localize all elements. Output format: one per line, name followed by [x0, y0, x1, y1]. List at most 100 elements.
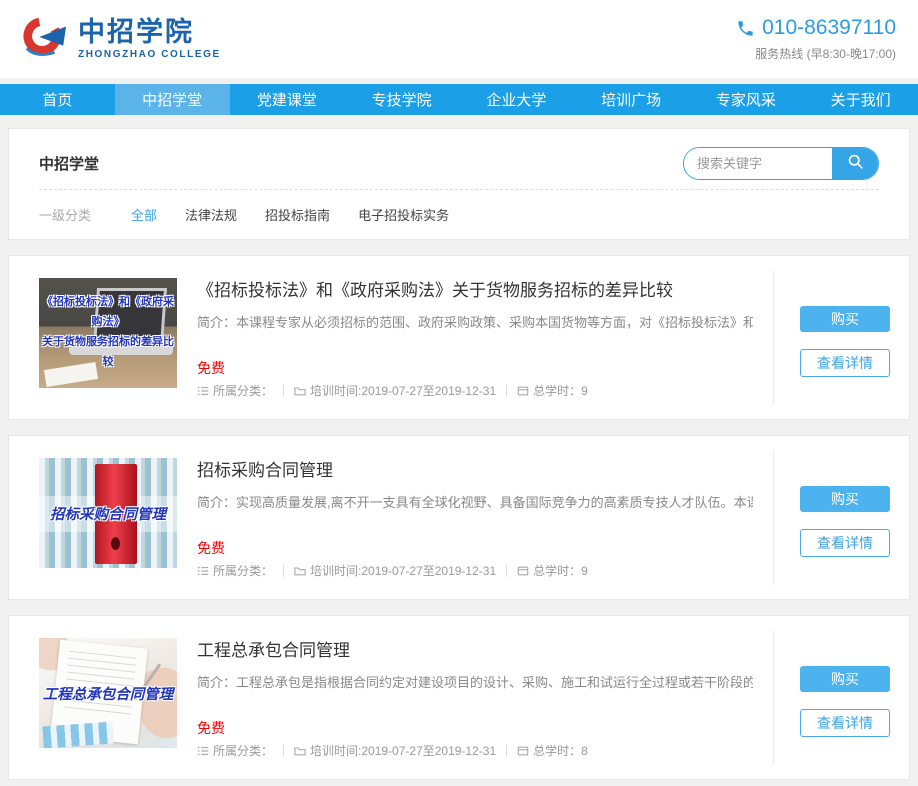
view-detail-button[interactable]: 查看详情	[800, 349, 890, 377]
filter-laws[interactable]: 法律法规	[185, 205, 237, 224]
course-meta: 所属分类： 培训时间:2019-07-27至2019-12-31 总学时	[197, 562, 588, 579]
phone-icon	[736, 19, 755, 38]
thumbnail-caption: 《招标投标法》和《政府采购法》 关于货物服务招标的差异比较	[39, 278, 177, 388]
caption-line: 工程总承包合同管理	[43, 683, 174, 704]
category-filter-row: 一级分类 全部 法律法规 招投标指南 电子招投标实务	[39, 189, 879, 224]
card-divider	[773, 270, 774, 405]
course-meta: 所属分类： 培训时间:2019-07-27至2019-12-31 总学时	[197, 742, 588, 759]
folder-icon	[294, 565, 306, 577]
nav-item-experts[interactable]: 专家风采	[689, 84, 804, 115]
phone-row: 010-86397110	[736, 16, 896, 40]
course-actions: 购买 查看详情	[800, 306, 890, 377]
meta-category: 所属分类：	[197, 382, 273, 399]
meta-category-label: 所属分类：	[213, 562, 273, 579]
filter-all[interactable]: 全部	[131, 205, 157, 224]
card-divider	[773, 630, 774, 765]
meta-time: 培训时间:2019-07-27至2019-12-31	[294, 562, 496, 579]
phone-number[interactable]: 010-86397110	[762, 16, 896, 40]
meta-separator	[506, 385, 507, 397]
meta-time-label: 培训时间:2019-07-27至2019-12-31	[310, 562, 496, 579]
main-content: 中招学堂 一级分类 全部 法律法规 招投标指南 电子招投标实务	[0, 115, 918, 780]
nav-item-zhongzhao-school[interactable]: 中招学堂	[115, 84, 230, 115]
meta-category: 所属分类：	[197, 742, 273, 759]
meta-time-label: 培训时间:2019-07-27至2019-12-31	[310, 742, 496, 759]
meta-separator	[283, 745, 284, 757]
buy-button[interactable]: 购买	[800, 306, 890, 332]
course-title[interactable]: 《招标投标法》和《政府采购法》关于货物服务招标的差异比较	[197, 276, 673, 301]
nav-item-training-plaza[interactable]: 培训广场	[574, 84, 689, 115]
buy-button[interactable]: 购买	[800, 486, 890, 512]
logo-title: 中招学院	[78, 19, 221, 46]
caption-line: 关于货物服务招标的差异比较	[39, 333, 177, 373]
course-price: 免费	[197, 718, 225, 738]
meta-separator	[506, 745, 507, 757]
caption-line: 招标采购合同管理	[50, 503, 166, 524]
meta-time-label: 培训时间:2019-07-27至2019-12-31	[310, 382, 496, 399]
course-thumbnail[interactable]: 工程总承包合同管理	[39, 638, 177, 748]
list-icon	[197, 745, 209, 757]
course-price: 免费	[197, 538, 225, 558]
course-thumbnail[interactable]: 《招标投标法》和《政府采购法》 关于货物服务招标的差异比较	[39, 278, 177, 388]
course-intro: 简介：实现高质量发展,离不开一支具有全球化视野、具备国际竞争力的高素质专技人才队…	[197, 492, 753, 511]
filter-bidding-guide[interactable]: 招投标指南	[265, 205, 330, 224]
site-logo[interactable]: 中招学院 ZHONGZHAO COLLEGE	[22, 15, 221, 64]
meta-hours-label: 总学时：9	[533, 382, 588, 399]
header-contact: 010-86397110 服务热线 (早8:30-晚17:00)	[736, 16, 896, 62]
search-button[interactable]	[832, 148, 878, 179]
meta-hours-label: 总学时：9	[533, 562, 588, 579]
meta-category-label: 所属分类：	[213, 742, 273, 759]
top-header: 中招学院 ZHONGZHAO COLLEGE 010-86397110 服务热线…	[0, 0, 918, 78]
course-card: 《招标投标法》和《政府采购法》 关于货物服务招标的差异比较 《招标投标法》和《政…	[8, 255, 910, 420]
meta-hours-label: 总学时：8	[533, 742, 588, 759]
caption-line: 《招标投标法》和《政府采购法》	[39, 293, 177, 333]
folder-icon	[294, 385, 306, 397]
filter-ebidding-practice[interactable]: 电子招投标实务	[358, 205, 449, 224]
meta-separator	[283, 385, 284, 397]
list-icon	[197, 565, 209, 577]
meta-time: 培训时间:2019-07-27至2019-12-31	[294, 742, 496, 759]
course-price: 免费	[197, 358, 225, 378]
main-nav: 首页 中招学堂 党建课堂 专技学院 企业大学 培训广场 专家风采 关于我们	[0, 84, 918, 115]
meta-time: 培训时间:2019-07-27至2019-12-31	[294, 382, 496, 399]
search-icon	[847, 153, 864, 173]
clock-icon	[517, 745, 529, 757]
search-input[interactable]	[684, 148, 832, 179]
meta-separator	[283, 565, 284, 577]
course-actions: 购买 查看详情	[800, 666, 890, 737]
card-divider	[773, 450, 774, 585]
page-title: 中招学堂	[39, 153, 99, 174]
nav-item-party-class[interactable]: 党建课堂	[230, 84, 345, 115]
course-title[interactable]: 工程总承包合同管理	[197, 636, 350, 661]
meta-hours: 总学时：9	[517, 562, 588, 579]
view-detail-button[interactable]: 查看详情	[800, 529, 890, 557]
course-actions: 购买 查看详情	[800, 486, 890, 557]
meta-hours: 总学时：9	[517, 382, 588, 399]
meta-hours: 总学时：8	[517, 742, 588, 759]
thumbnail-caption: 工程总承包合同管理	[39, 638, 177, 748]
clock-icon	[517, 565, 529, 577]
course-intro: 简介：本课程专家从必须招标的范围、政府采购政策、采购本国货物等方面，对《招标投标…	[197, 312, 753, 331]
folder-icon	[294, 745, 306, 757]
course-title[interactable]: 招标采购合同管理	[197, 456, 333, 481]
nav-item-tech-college[interactable]: 专技学院	[344, 84, 459, 115]
course-card: 工程总承包合同管理 工程总承包合同管理 简介：工程总承包是指根据合同约定对建设项…	[8, 615, 910, 780]
course-thumbnail[interactable]: 招标采购合同管理	[39, 458, 177, 568]
service-hotline: 服务热线 (早8:30-晚17:00)	[736, 45, 896, 62]
meta-separator	[506, 565, 507, 577]
nav-item-home[interactable]: 首页	[0, 84, 115, 115]
clock-icon	[517, 385, 529, 397]
filter-label: 一级分类	[39, 205, 91, 224]
buy-button[interactable]: 购买	[800, 666, 890, 692]
search-filter-panel: 中招学堂 一级分类 全部 法律法规 招投标指南 电子招投标实务	[8, 128, 910, 240]
search-box	[683, 147, 879, 180]
course-meta: 所属分类： 培训时间:2019-07-27至2019-12-31 总学时	[197, 382, 588, 399]
meta-category: 所属分类：	[197, 562, 273, 579]
nav-item-enterprise-univ[interactable]: 企业大学	[459, 84, 574, 115]
course-intro: 简介：工程总承包是指根据合同约定对建设项目的设计、采购、施工和试运行全过程或若干…	[197, 672, 753, 691]
thumbnail-caption: 招标采购合同管理	[39, 458, 177, 568]
nav-item-about[interactable]: 关于我们	[803, 84, 918, 115]
logo-text: 中招学院 ZHONGZHAO COLLEGE	[78, 19, 221, 60]
logo-g-icon	[22, 15, 68, 64]
view-detail-button[interactable]: 查看详情	[800, 709, 890, 737]
logo-subtitle: ZHONGZHAO COLLEGE	[78, 49, 221, 60]
